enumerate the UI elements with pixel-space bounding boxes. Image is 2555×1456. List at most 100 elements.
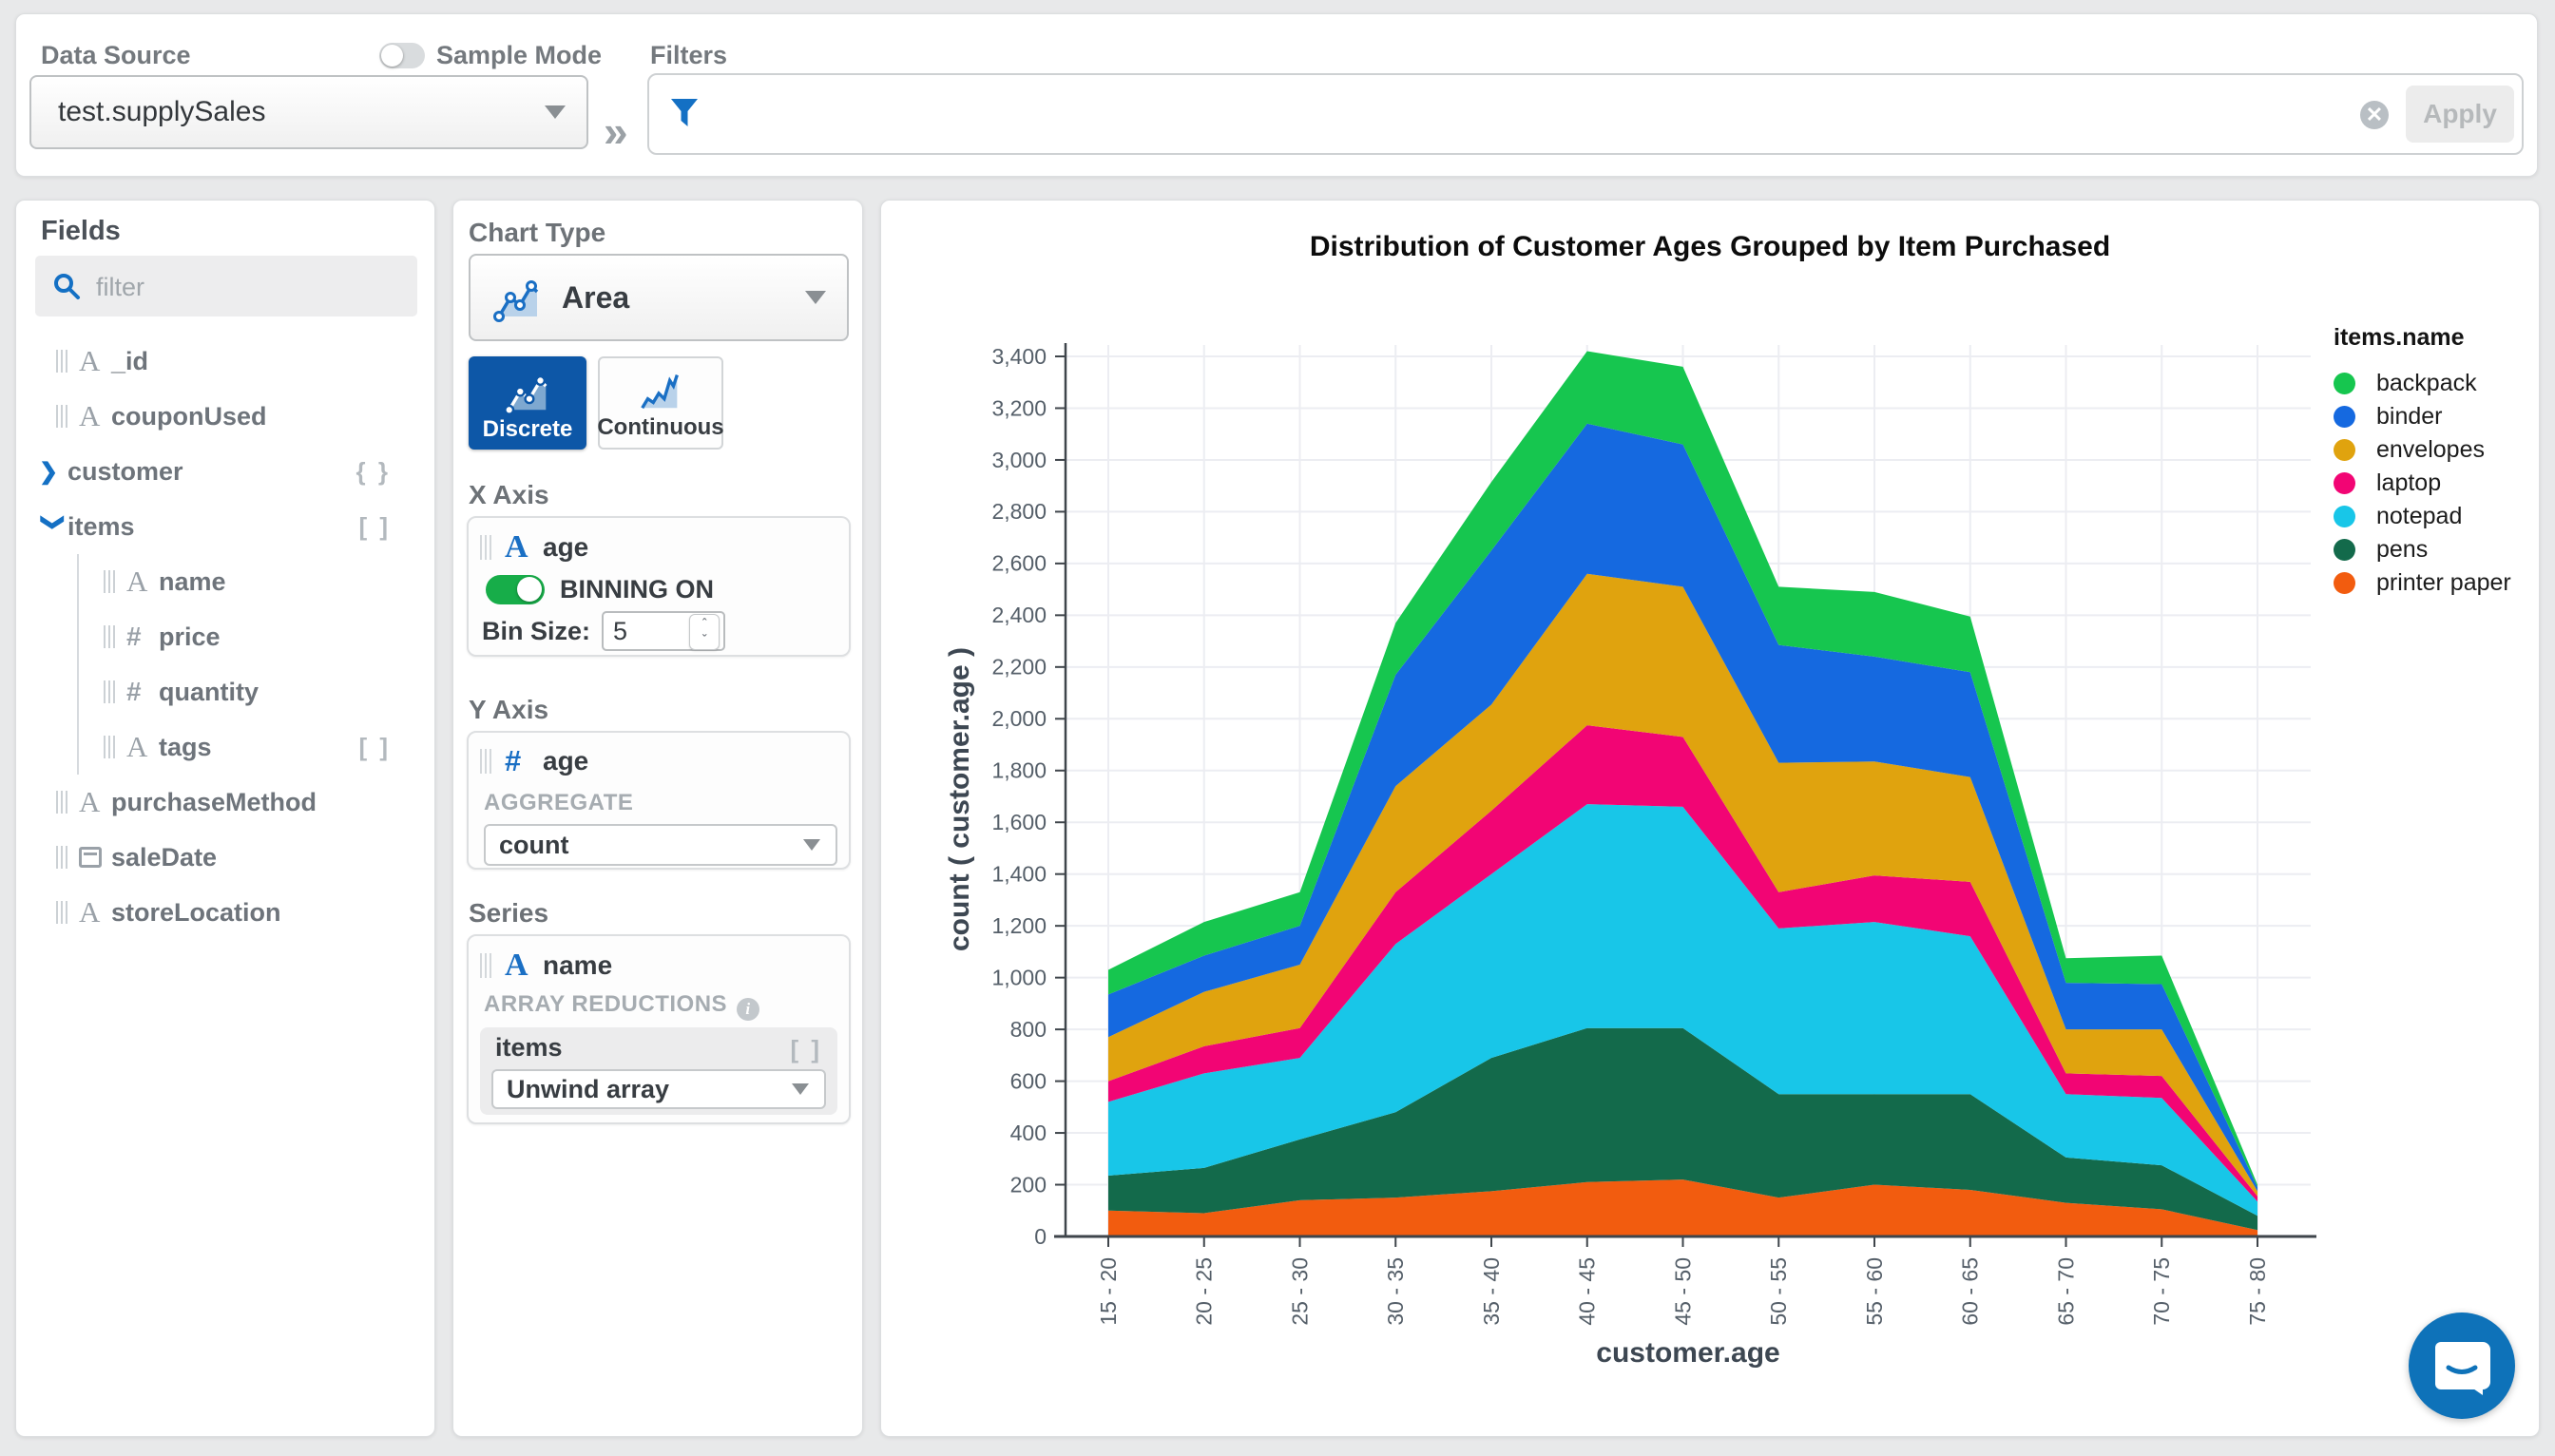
- svg-text:3,400: 3,400: [991, 344, 1047, 369]
- chevron-down-icon: [803, 839, 820, 851]
- svg-text:50 - 55: 50 - 55: [1766, 1257, 1791, 1326]
- legend-dot: [2334, 472, 2355, 494]
- chart-type-label: Chart Type: [469, 218, 606, 247]
- field-row-tags[interactable]: A tags [ ]: [79, 719, 434, 775]
- encoding-panel: Chart Type Area Discrete Continuous X Ax…: [452, 200, 863, 1437]
- legend-dot: [2334, 406, 2355, 428]
- svg-text:35 - 40: 35 - 40: [1479, 1257, 1504, 1326]
- collapse-panel-icon[interactable]: »: [604, 105, 628, 157]
- field-row-saledate[interactable]: saleDate: [16, 830, 434, 885]
- string-type-icon: A: [79, 895, 101, 929]
- drag-handle-icon: [104, 736, 115, 758]
- chat-bubble-icon: [2435, 1342, 2490, 1395]
- field-row-quantity[interactable]: # quantity: [79, 664, 434, 719]
- legend-dot: [2334, 506, 2355, 527]
- field-row-price[interactable]: # price: [79, 609, 434, 664]
- search-icon: [54, 274, 80, 299]
- binning-label: BINNING ON: [560, 575, 714, 603]
- drag-handle-icon: [56, 791, 67, 814]
- stepper-icon[interactable]: ˆˇ: [689, 614, 720, 650]
- legend-item[interactable]: envelopes: [2334, 433, 2511, 467]
- series-field[interactable]: A name: [480, 948, 612, 984]
- discrete-area-icon: [504, 374, 548, 415]
- continuous-button[interactable]: Continuous: [597, 356, 724, 450]
- chevron-down-icon[interactable]: ❯: [40, 512, 67, 541]
- chat-bubble-button[interactable]: [2409, 1312, 2515, 1419]
- svg-text:75 - 80: 75 - 80: [2245, 1257, 2270, 1326]
- svg-text:0: 0: [1034, 1224, 1047, 1249]
- x-axis-field[interactable]: A age: [480, 529, 588, 565]
- chart-type-value: Area: [562, 279, 630, 315]
- filters-input[interactable]: ✕ Apply: [647, 73, 2524, 155]
- continuous-area-icon: [641, 374, 679, 410]
- svg-text:40 - 45: 40 - 45: [1575, 1257, 1600, 1326]
- svg-text:2,600: 2,600: [991, 551, 1047, 576]
- field-row-storelocation[interactable]: A storeLocation: [16, 885, 434, 940]
- chevron-right-icon[interactable]: ❯: [39, 458, 67, 486]
- legend-item[interactable]: notepad: [2334, 500, 2511, 533]
- drag-handle-icon: [104, 680, 115, 703]
- y-axis-field[interactable]: # age: [480, 744, 588, 778]
- field-row-id[interactable]: A _id: [16, 334, 434, 389]
- svg-text:25 - 30: 25 - 30: [1287, 1257, 1312, 1326]
- svg-text:800: 800: [1010, 1017, 1047, 1042]
- y-axis-card: # age AGGREGATE count: [467, 731, 851, 870]
- binning-toggle[interactable]: [486, 575, 545, 604]
- number-type-icon: #: [505, 744, 522, 777]
- aggregate-value: count: [499, 830, 569, 859]
- data-source-value: test.supplySales: [58, 96, 266, 127]
- svg-text:60 - 65: 60 - 65: [1958, 1257, 1983, 1326]
- series-card: A name ARRAY REDUCTIONS i items [ ] Unwin…: [467, 934, 851, 1124]
- reduction-select[interactable]: Unwind array: [491, 1069, 826, 1109]
- field-row-couponused[interactable]: A couponUsed: [16, 389, 434, 444]
- legend-item[interactable]: laptop: [2334, 467, 2511, 500]
- chart-type-select[interactable]: Area: [469, 254, 849, 341]
- array-badge: [ ]: [358, 511, 391, 541]
- legend-dot: [2334, 572, 2355, 594]
- svg-text:1,400: 1,400: [991, 862, 1047, 887]
- legend-item[interactable]: pens: [2334, 533, 2511, 566]
- svg-text:3,200: 3,200: [991, 395, 1047, 420]
- svg-text:20 - 25: 20 - 25: [1192, 1257, 1217, 1326]
- svg-text:1,600: 1,600: [991, 810, 1047, 834]
- data-source-select[interactable]: test.supplySales: [29, 75, 588, 149]
- chevron-down-icon: [545, 105, 566, 119]
- charts-builder-app: Data Source Sample Mode Filters test.sup…: [0, 0, 2555, 1456]
- svg-text:customer.age: customer.age: [1596, 1337, 1779, 1369]
- field-search: [35, 256, 417, 318]
- legend: items.name backpack binder envelopes laptop…: [2334, 324, 2511, 600]
- field-row-customer[interactable]: ❯ customer { }: [16, 444, 434, 499]
- sample-mode-toggle[interactable]: [379, 43, 425, 68]
- drag-handle-icon: [480, 749, 491, 774]
- discrete-label: Discrete: [482, 416, 573, 442]
- field-filter-input[interactable]: [94, 256, 412, 318]
- aggregate-label: AGGREGATE: [484, 790, 634, 815]
- svg-text:30 - 35: 30 - 35: [1383, 1257, 1408, 1326]
- string-type-icon: A: [505, 948, 528, 983]
- field-row-items[interactable]: ❯ items [ ]: [16, 499, 434, 554]
- aggregate-select[interactable]: count: [484, 824, 837, 866]
- topbar: Data Source Sample Mode Filters test.sup…: [15, 13, 2538, 177]
- stacked-area-chart: 0 200 400 600 800 1,000 1,200 1,400 1,600 1,800 2,…: [944, 343, 2316, 1369]
- legend-item[interactable]: printer paper: [2334, 566, 2511, 600]
- date-type-icon: [79, 847, 102, 868]
- y-axis-label: Y Axis: [469, 695, 549, 724]
- array-reduction-box: items [ ] Unwind array: [480, 1027, 837, 1115]
- legend-item[interactable]: binder: [2334, 400, 2511, 433]
- fields-panel: Fields A _id A couponUsed ❯ customer: [15, 200, 435, 1437]
- apply-button[interactable]: Apply: [2406, 86, 2514, 143]
- svg-text:400: 400: [1010, 1121, 1047, 1145]
- legend-item[interactable]: backpack: [2334, 367, 2511, 400]
- string-type-icon: A: [79, 344, 101, 377]
- field-row-name[interactable]: A name: [79, 554, 434, 609]
- string-type-icon: A: [79, 785, 101, 818]
- area-chart-icon: [493, 280, 539, 322]
- field-row-purchasemethod[interactable]: A purchaseMethod: [16, 775, 434, 830]
- info-icon[interactable]: i: [737, 998, 760, 1021]
- reduction-value: Unwind array: [507, 1074, 670, 1103]
- discrete-button[interactable]: Discrete: [469, 356, 586, 450]
- clear-filters-icon[interactable]: ✕: [2360, 101, 2389, 129]
- drag-handle-icon: [56, 846, 67, 869]
- legend-label: laptop: [2376, 469, 2442, 496]
- svg-text:3,000: 3,000: [991, 448, 1047, 472]
